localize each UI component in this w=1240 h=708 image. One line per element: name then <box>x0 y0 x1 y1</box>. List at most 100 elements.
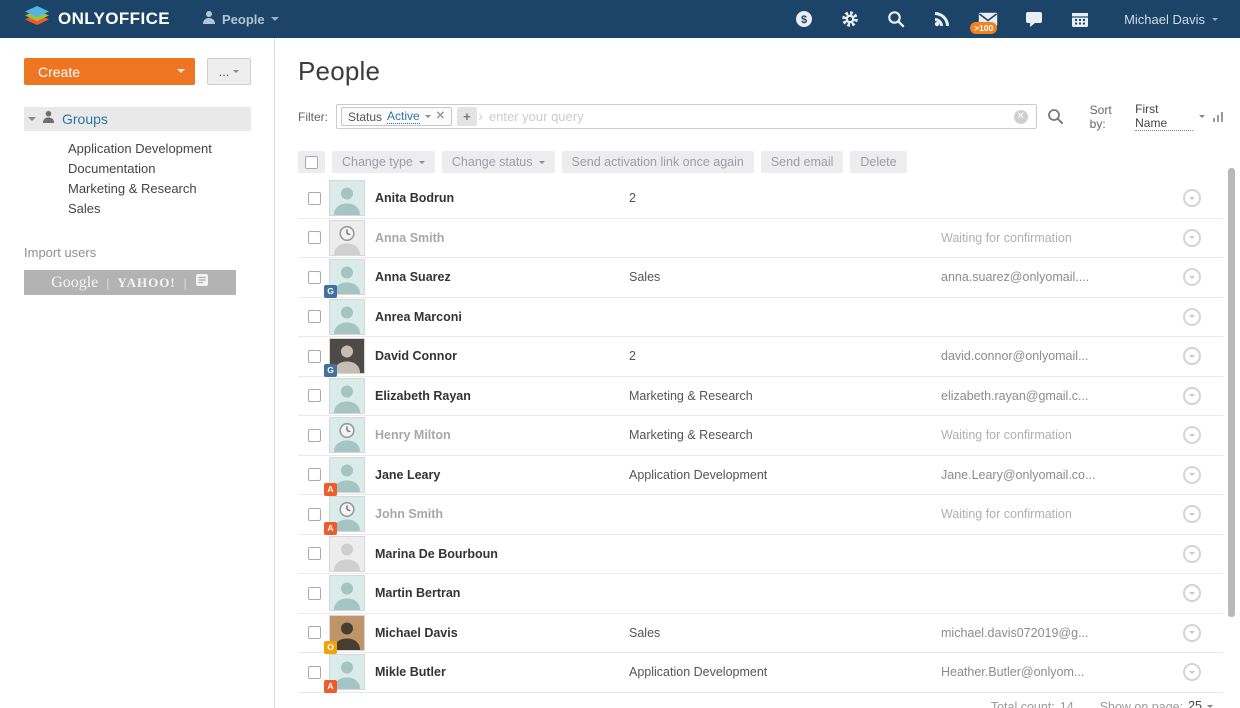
user-name-link[interactable]: Michael Davis <box>375 626 629 640</box>
row-menu-button[interactable] <box>1183 624 1201 642</box>
toolbar-button-delete[interactable]: Delete <box>850 151 906 173</box>
row-checkbox[interactable] <box>308 192 321 205</box>
user-name-link[interactable]: David Connor <box>375 349 629 363</box>
user-group[interactable]: 2 <box>629 191 941 205</box>
calendar-icon[interactable] <box>1070 9 1090 29</box>
row-checkbox[interactable] <box>308 429 321 442</box>
import-users-link[interactable]: Import users <box>24 245 274 260</box>
dollar-icon[interactable]: $ <box>794 9 814 29</box>
toolbar-button-change-status[interactable]: Change status <box>442 151 555 173</box>
sidebar-group-marketing-research[interactable]: Marketing & Research <box>68 179 274 199</box>
sort-order-icon[interactable] <box>1213 112 1224 122</box>
sidebar-group-documentation[interactable]: Documentation <box>68 159 274 179</box>
user-group[interactable]: Sales <box>629 270 941 284</box>
user-name-link[interactable]: John Smith <box>375 507 629 521</box>
row-menu-button[interactable] <box>1183 229 1201 247</box>
row-checkbox[interactable] <box>308 666 321 679</box>
row-checkbox[interactable] <box>308 310 321 323</box>
chevron-down-icon[interactable] <box>1199 115 1205 118</box>
filter-input[interactable]: Status Active ✕ + › enter your query ✕ <box>336 104 1037 129</box>
search-icon[interactable] <box>1047 108 1064 125</box>
user-group[interactable]: 2 <box>629 349 941 363</box>
user-email[interactable]: anna.suarez@onlyomail.... <box>941 270 1183 284</box>
row-checkbox[interactable] <box>308 271 321 284</box>
table-row-henry-milton[interactable]: Henry MiltonMarketing & ResearchWaiting … <box>298 416 1223 456</box>
create-button[interactable]: Create <box>24 58 195 85</box>
toolbar-button-change-type[interactable]: Change type <box>332 151 435 173</box>
table-row-marina-de-bourboun[interactable]: Marina De Bourboun <box>298 535 1223 575</box>
user-name-link[interactable]: Anrea Marconi <box>375 310 629 324</box>
select-all-checkbox[interactable] <box>305 156 318 169</box>
table-row-jane-leary[interactable]: AJane LearyApplication DevelopmentJane.L… <box>298 456 1223 496</box>
table-row-martin-bertran[interactable]: Martin Bertran <box>298 574 1223 614</box>
user-name-link[interactable]: Mikle Butler <box>375 665 629 679</box>
add-filter-button[interactable]: + <box>457 107 477 126</box>
clear-filter-icon[interactable]: ✕ <box>1014 110 1028 124</box>
user-name-link[interactable]: Martin Bertran <box>375 586 629 600</box>
user-status-text[interactable]: Waiting for confirmation <box>941 507 1183 521</box>
user-name-link[interactable]: Anna Smith <box>375 231 629 245</box>
toolbar-button-send-activation-link-once-again[interactable]: Send activation link once again <box>562 151 754 173</box>
row-checkbox[interactable] <box>308 547 321 560</box>
row-checkbox[interactable] <box>308 626 321 639</box>
user-name-link[interactable]: Henry Milton <box>375 428 629 442</box>
row-menu-button[interactable] <box>1183 584 1201 602</box>
sidebar-groups-header[interactable]: Groups <box>24 107 251 131</box>
mail-icon[interactable]: >100 <box>978 9 998 29</box>
user-group[interactable]: Application Development <box>629 665 941 679</box>
filter-chip-value[interactable]: Active <box>387 109 420 124</box>
user-group[interactable]: Marketing & Research <box>629 428 941 442</box>
user-group[interactable]: Sales <box>629 626 941 640</box>
row-menu-button[interactable] <box>1183 189 1201 207</box>
user-email[interactable]: elizabeth.rayan@gmail.c... <box>941 389 1183 403</box>
row-menu-button[interactable] <box>1183 308 1201 326</box>
user-email[interactable]: Heather.Butler@onlyom... <box>941 665 1183 679</box>
row-checkbox[interactable] <box>308 468 321 481</box>
row-menu-button[interactable] <box>1183 545 1201 563</box>
table-row-michael-davis[interactable]: OMichael DavisSalesmichael.davis072019@g… <box>298 614 1223 654</box>
user-name-link[interactable]: Anita Bodrun <box>375 191 629 205</box>
user-name-link[interactable]: Marina De Bourboun <box>375 547 629 561</box>
row-menu-button[interactable] <box>1183 387 1201 405</box>
user-name-link[interactable]: Jane Leary <box>375 468 629 482</box>
user-group[interactable]: Marketing & Research <box>629 389 941 403</box>
table-row-john-smith[interactable]: AJohn SmithWaiting for confirmation <box>298 495 1223 535</box>
row-checkbox[interactable] <box>308 508 321 521</box>
import-users-banner[interactable]: Google | YAHOO! | <box>24 270 236 295</box>
table-row-elizabeth-rayan[interactable]: Elizabeth RayanMarketing & Researcheliza… <box>298 377 1223 417</box>
onlyoffice-logo[interactable]: ONLYOFFICE <box>24 5 170 34</box>
chat-icon[interactable] <box>1024 9 1044 29</box>
page-size-selector[interactable]: 25 <box>1188 699 1202 708</box>
row-checkbox[interactable] <box>308 350 321 363</box>
feed-icon[interactable] <box>932 9 952 29</box>
table-row-anna-smith[interactable]: Anna Smith Waiting for confirmation <box>298 219 1223 259</box>
gear-icon[interactable] <box>840 9 860 29</box>
chevron-down-icon[interactable] <box>425 115 431 118</box>
row-menu-button[interactable] <box>1183 347 1201 365</box>
user-name-link[interactable]: Elizabeth Rayan <box>375 389 629 403</box>
row-menu-button[interactable] <box>1183 663 1201 681</box>
user-email[interactable]: michael.davis072019@g... <box>941 626 1183 640</box>
row-checkbox[interactable] <box>308 231 321 244</box>
sort-by-value[interactable]: First Name <box>1135 102 1192 131</box>
row-menu-button[interactable] <box>1183 426 1201 444</box>
user-email[interactable]: david.connor@onlyomail... <box>941 349 1183 363</box>
row-menu-button[interactable] <box>1183 268 1201 286</box>
row-checkbox[interactable] <box>308 389 321 402</box>
table-row-anna-suarez[interactable]: GAnna SuarezSalesanna.suarez@onlyomail..… <box>298 258 1223 298</box>
sidebar-group-sales[interactable]: Sales <box>68 199 274 219</box>
table-row-david-connor[interactable]: GDavid Connor2david.connor@onlyomail... <box>298 337 1223 377</box>
row-menu-button[interactable] <box>1183 505 1201 523</box>
select-all-button[interactable] <box>298 151 325 173</box>
table-row-anrea-marconi[interactable]: Anrea Marconi <box>298 298 1223 338</box>
user-status-text[interactable]: Waiting for confirmation <box>941 231 1183 245</box>
row-menu-button[interactable] <box>1183 466 1201 484</box>
row-checkbox[interactable] <box>308 587 321 600</box>
filter-chip-status[interactable]: Status Active ✕ <box>341 107 452 126</box>
user-name-link[interactable]: Anna Suarez <box>375 270 629 284</box>
more-actions-button[interactable]: ... <box>207 58 251 85</box>
sidebar-group-application-development[interactable]: Application Development <box>68 139 274 159</box>
collapse-arrow-icon[interactable] <box>28 117 36 121</box>
search-icon[interactable] <box>886 9 906 29</box>
remove-filter-icon[interactable]: ✕ <box>436 111 445 122</box>
